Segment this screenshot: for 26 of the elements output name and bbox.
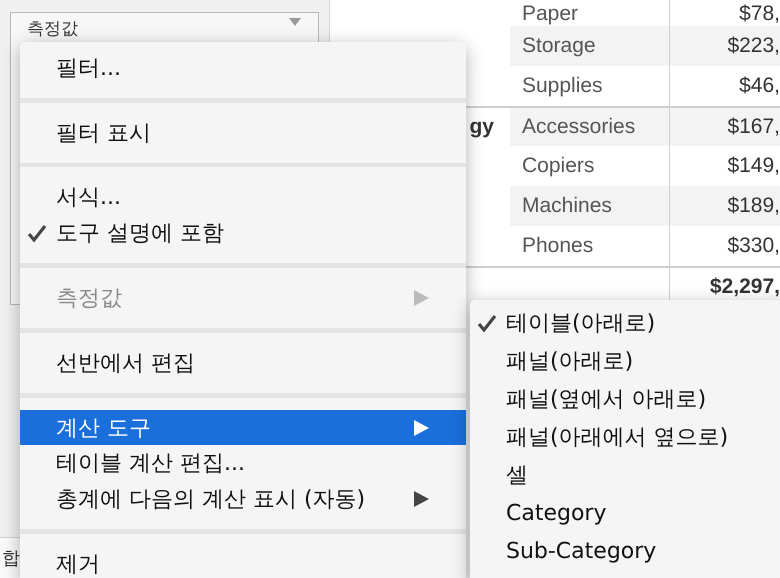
category-cell-text: gy: [468, 114, 495, 140]
submenu-item[interactable]: Category: [470, 494, 780, 532]
menu-item[interactable]: 선반에서 편집: [20, 344, 466, 381]
sub-category-cell: Accessories: [510, 108, 670, 146]
submenu-item[interactable]: 셀: [470, 456, 780, 494]
submenu-item[interactable]: 테이블(아래로): [470, 304, 780, 342]
sales-cell: $189,: [670, 186, 780, 226]
menu-item[interactable]: 제거: [20, 546, 466, 578]
caret-icon[interactable]: [288, 17, 302, 27]
submenu-item[interactable]: Sub-Category: [470, 532, 780, 570]
sales-cell: $167,: [670, 108, 780, 146]
menu-item[interactable]: 서식...: [20, 179, 466, 216]
menu-item[interactable]: 총계에 다음의 계산 표시 (자동): [20, 481, 466, 518]
submenu-item[interactable]: 패널(아래로): [470, 342, 780, 380]
status-text: 합: [2, 547, 20, 570]
submenu-item[interactable]: 패널(옆에서 아래로): [470, 380, 780, 418]
card-title: 측정값: [27, 18, 78, 40]
menu-item[interactable]: 필터 표시: [20, 114, 466, 151]
menu-item[interactable]: 테이블 계산 편집...: [20, 445, 466, 482]
sub-category-cell: Storage: [510, 26, 670, 66]
sub-category-cell: Machines: [510, 186, 670, 226]
submenu-item[interactable]: 패널(아래에서 옆으로): [470, 418, 780, 456]
sales-cell: $223,: [670, 26, 780, 66]
menu-item[interactable]: 필터...: [20, 50, 466, 86]
menu-item[interactable]: 도구 설명에 포함: [20, 215, 466, 252]
menu-item[interactable]: 계산 도구: [20, 410, 466, 446]
